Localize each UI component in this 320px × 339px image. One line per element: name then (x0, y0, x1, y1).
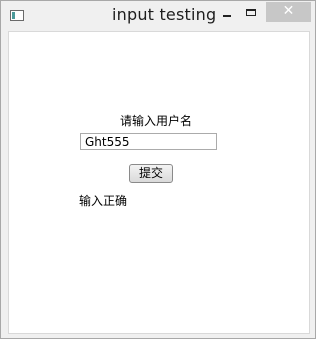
username-prompt-label: 请输入用户名 (120, 114, 193, 128)
window-title: input testing (112, 5, 217, 24)
minimize-button[interactable] (219, 5, 239, 25)
username-input[interactable] (80, 133, 217, 150)
app-window: input testing ✕ 请输入用户名 提交 输入正确 (0, 0, 316, 339)
app-icon[interactable] (10, 10, 24, 21)
title-bar[interactable]: input testing ✕ (1, 1, 315, 31)
close-icon: ✕ (282, 3, 295, 19)
submit-button[interactable]: 提交 (129, 164, 173, 183)
maximize-button[interactable] (243, 5, 263, 25)
close-button[interactable]: ✕ (266, 2, 311, 22)
client-area: 请输入用户名 提交 输入正确 (8, 31, 310, 334)
result-message: 输入正确 (79, 194, 128, 208)
